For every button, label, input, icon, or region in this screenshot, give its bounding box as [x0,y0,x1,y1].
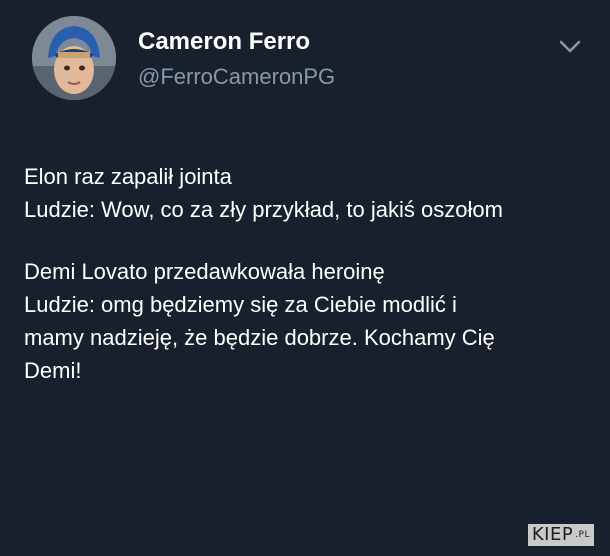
tweet-paragraph: Elon raz zapalił jointa Ludzie: Wow, co … [24,160,584,226]
tweet-card: Cameron Ferro @FerroCameronPG Elon raz z… [0,0,610,556]
avatar-photo-icon [32,16,116,100]
author-display-name[interactable]: Cameron Ferro [138,28,310,56]
watermark-brand: KIEP [527,524,576,546]
tweet-line: mamy nadzieję, że będzie dobrze. Kochamy… [24,325,495,350]
avatar[interactable] [32,16,116,100]
chevron-down-icon[interactable] [557,36,583,56]
tweet-line: Demi Lovato przedawkowała heroinę [24,259,385,284]
tweet-paragraph: Demi Lovato przedawkowała heroinę Ludzie… [24,255,584,387]
tweet-line: Elon raz zapalił jointa [24,164,232,189]
tweet-text: Elon raz zapalił jointa Ludzie: Wow, co … [24,160,584,387]
tweet-line: Demi! [24,358,82,383]
watermark-suffix: .PL [575,524,594,546]
author-handle[interactable]: @FerroCameronPG [138,64,335,90]
tweet-line: Ludzie: Wow, co za zły przykład, to jaki… [24,197,503,222]
tweet-line: Ludzie: omg będziemy się za Ciebie modli… [24,292,457,317]
watermark-logo: KIEP .PL [527,524,594,546]
